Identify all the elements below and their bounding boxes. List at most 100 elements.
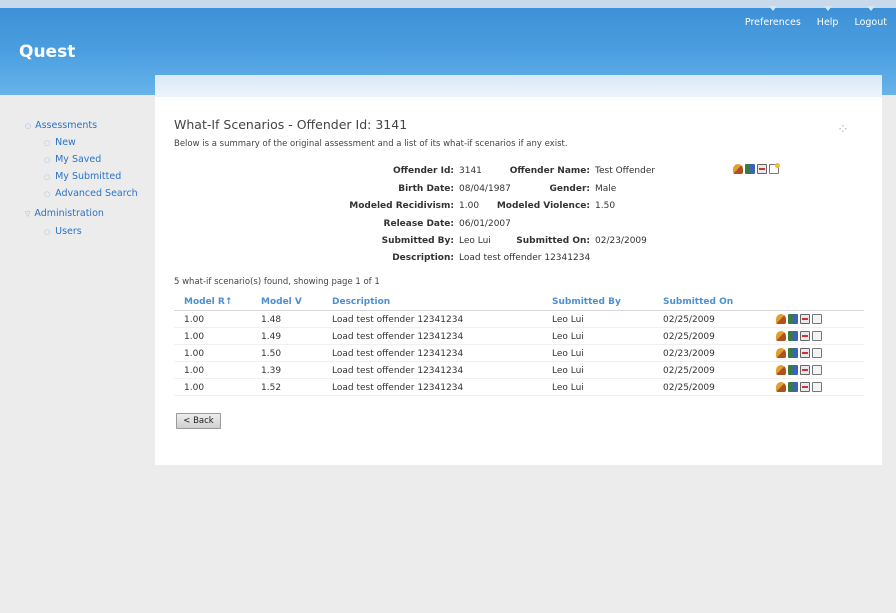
people-icon[interactable] [776,348,786,358]
model-r-cell: 1.00 [184,383,205,393]
preferences-link[interactable]: Preferences [744,6,801,28]
cards-icon[interactable] [788,348,798,358]
document-icon[interactable] [812,314,822,324]
document-icon[interactable] [812,365,822,375]
chart-icon[interactable] [800,314,810,324]
new-document-icon[interactable] [769,163,780,174]
people-icon[interactable] [776,314,786,324]
submitted-by-cell: Leo Lui [552,366,584,376]
column-header-submitted-by[interactable]: Submitted By [552,297,621,307]
model-r-cell: 1.00 [184,332,205,342]
app-logo[interactable]: Quest [19,42,75,62]
circle-bullet-icon: ○ [44,190,51,198]
assessment-actions [733,163,781,174]
row-actions [776,382,824,392]
document-icon[interactable] [812,348,822,358]
submitted-on-cell: 02/25/2009 [663,383,715,393]
sidebar-item-my-submitted[interactable]: ○ My Submitted [44,171,121,182]
top-navigation: Preferences Help Logout [729,6,887,28]
back-button[interactable]: < Back [176,413,221,429]
table-body: 1.00 1.48 Load test offender 12341234 Leo L… [174,311,864,396]
description-value: Load test offender 12341234 [459,253,591,263]
logout-link[interactable]: Logout [854,6,887,28]
offender-id-label: Offender Id: [393,166,454,176]
sidebar-item-my-saved[interactable]: ○ My Saved [44,154,101,165]
submitted-on-cell: 02/25/2009 [663,366,715,376]
cards-icon[interactable] [788,365,798,375]
preferences-label: Preferences [744,17,801,28]
sidebar-item-advanced-search[interactable]: ○ Advanced Search [44,188,138,199]
row-actions [776,365,824,375]
submitted-by-label: Submitted By: [381,236,454,246]
modeled-violence-value: 1.50 [595,201,616,211]
cards-icon[interactable] [788,382,798,392]
people-icon[interactable] [733,164,743,174]
sidebar-group-administration[interactable]: ▽ Administration [25,208,104,219]
chart-icon[interactable] [757,164,767,174]
description-label: Description: [392,253,454,263]
offender-name-value: Test Offender [595,166,656,176]
submitted-on-cell: 02/25/2009 [663,315,715,325]
chevron-down-icon [768,6,777,11]
circle-bullet-icon: ○ [44,173,51,181]
column-header-model-v[interactable]: Model V [261,297,302,307]
document-icon[interactable] [812,382,822,392]
people-icon[interactable] [776,331,786,341]
model-v-cell: 1.48 [261,315,282,325]
model-r-cell: 1.00 [184,349,205,359]
gender-value: Male [595,184,617,194]
release-date-label: Release Date: [383,219,454,229]
sidebar-item-label: Advanced Search [55,188,138,199]
birth-date-label: Birth Date: [398,184,454,194]
sidebar-item-new[interactable]: ○ New [44,137,76,148]
offender-name-label: Offender Name: [509,166,590,176]
document-icon[interactable] [812,331,822,341]
submitted-by-cell: Leo Lui [552,349,584,359]
sidebar-group-assessments[interactable]: ○ Assessments [25,120,97,131]
table-row: 1.00 1.48 Load test offender 12341234 Leo L… [174,311,864,328]
logout-label: Logout [854,17,887,28]
submitted-on-cell: 02/23/2009 [663,349,715,359]
help-link[interactable]: Help [817,6,838,28]
triangle-down-icon: ▽ [25,210,31,218]
submitted-by-cell: Leo Lui [552,383,584,393]
results-summary: 5 what-if scenario(s) found, showing pag… [174,277,380,287]
top-strip [0,0,896,8]
column-header-description[interactable]: Description [332,297,390,307]
table-row: 1.00 1.49 Load test offender 12341234 Leo L… [174,328,864,345]
cards-icon[interactable] [788,314,798,324]
sidebar-group-label: Assessments [35,120,98,131]
row-actions [776,331,824,341]
description-cell: Load test offender 12341234 [332,349,464,359]
content-panel: What-If Scenarios - Offender Id: 3141 Be… [155,75,882,465]
submitted-on-label: Submitted On: [516,236,590,246]
row-actions [776,348,824,358]
submitted-by-cell: Leo Lui [552,332,584,342]
page-subtitle: Below is a summary of the original asses… [174,139,568,149]
people-icon[interactable] [776,382,786,392]
submitted-on-cell: 02/25/2009 [663,332,715,342]
submitted-by-value: Leo Lui [459,236,491,246]
offender-id-value: 3141 [459,166,482,176]
people-icon[interactable] [776,365,786,375]
cards-icon[interactable] [745,164,755,174]
chart-icon[interactable] [800,348,810,358]
column-header-submitted-on[interactable]: Submitted On [663,297,733,307]
cards-icon[interactable] [788,331,798,341]
chart-icon[interactable] [800,365,810,375]
sidebar-item-users[interactable]: ○ Users [44,226,82,237]
modeled-recidivism-value: 1.00 [459,201,480,211]
submitted-on-value: 02/23/2009 [595,236,647,246]
column-header-model-r[interactable]: Model R↑ [184,297,232,307]
release-date-value: 06/01/2007 [459,219,511,229]
circle-bullet-icon: ○ [44,156,51,164]
model-v-cell: 1.50 [261,349,282,359]
modeled-recidivism-label: Modeled Recidivism: [349,201,454,211]
table-row: 1.00 1.52 Load test offender 12341234 Leo L… [174,379,864,396]
chart-icon[interactable] [800,382,810,392]
chart-icon[interactable] [800,331,810,341]
sidebar-item-label: My Saved [55,154,102,165]
model-v-cell: 1.39 [261,366,282,376]
description-cell: Load test offender 12341234 [332,332,464,342]
modeled-violence-label: Modeled Violence: [496,201,590,211]
